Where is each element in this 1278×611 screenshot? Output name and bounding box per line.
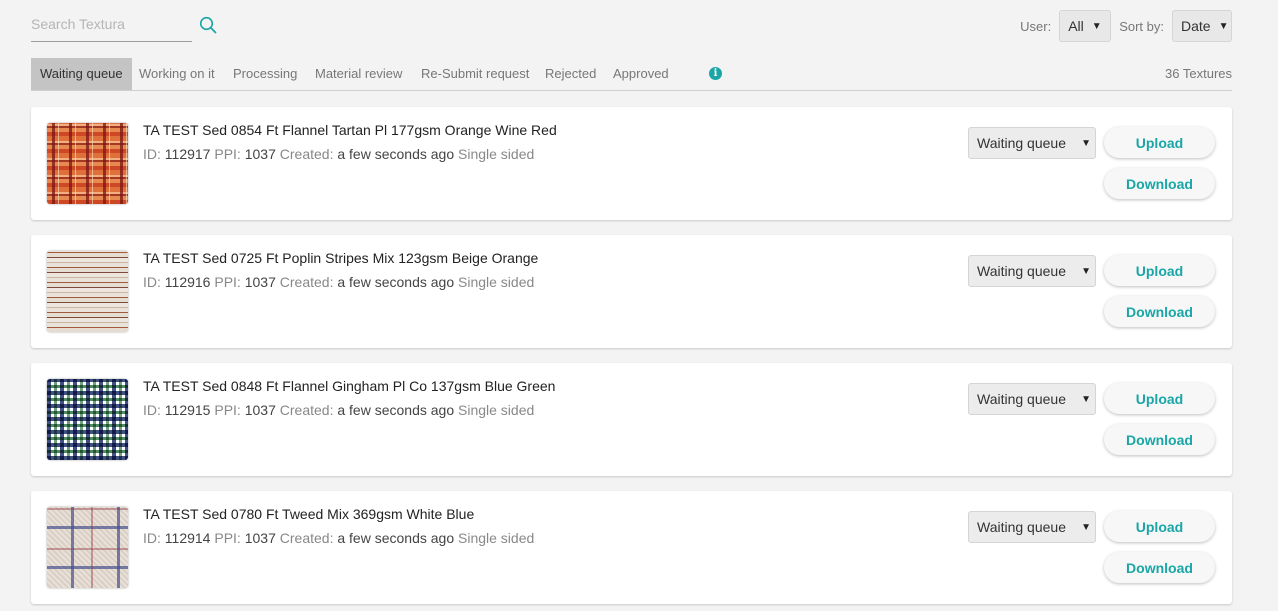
- download-button[interactable]: Download: [1104, 296, 1215, 327]
- texture-created: a few seconds ago: [337, 530, 455, 546]
- tab-processing[interactable]: Processing: [233, 58, 297, 90]
- texture-meta: ID: 112915 PPI: 1037 Created: a few seco…: [143, 402, 534, 418]
- texture-created: a few seconds ago: [337, 274, 455, 290]
- texture-meta: ID: 112917 PPI: 1037 Created: a few seco…: [143, 146, 534, 162]
- user-select[interactable]: All ▼: [1059, 10, 1112, 42]
- status-select-value: Waiting queue: [977, 391, 1066, 407]
- filters: User: All ▼ Sort by: Date ▼: [1020, 10, 1232, 42]
- download-button[interactable]: Download: [1104, 552, 1215, 583]
- tab-waiting-queue[interactable]: Waiting queue: [31, 58, 132, 90]
- tab-approved[interactable]: Approved: [613, 58, 669, 90]
- chevron-down-icon: ▼: [1091, 20, 1102, 32]
- top-bar: User: All ▼ Sort by: Date ▼: [31, 8, 1232, 44]
- status-select-value: Waiting queue: [977, 263, 1066, 279]
- sort-select-value: Date: [1181, 18, 1211, 34]
- texture-id: 112914: [164, 530, 211, 546]
- id-label: ID:: [143, 274, 161, 290]
- search-icon[interactable]: [199, 16, 217, 34]
- tab-working-on-it[interactable]: Working on it: [139, 58, 215, 90]
- search-field: [31, 8, 192, 42]
- texture-sided: Single sided: [458, 530, 535, 546]
- chevron-down-icon: ▼: [1081, 265, 1091, 277]
- tab-material-review[interactable]: Material review: [315, 58, 402, 90]
- chevron-down-icon: ▼: [1081, 137, 1091, 149]
- tab-rejected[interactable]: Rejected: [545, 58, 596, 90]
- texture-title[interactable]: TA TEST Sed 0854 Ft Flannel Tartan Pl 17…: [143, 122, 557, 138]
- upload-button[interactable]: Upload: [1104, 511, 1215, 542]
- download-button[interactable]: Download: [1104, 424, 1215, 455]
- texture-title[interactable]: TA TEST Sed 0848 Ft Flannel Gingham Pl C…: [143, 378, 555, 394]
- texture-card: TA TEST Sed 0780 Ft Tweed Mix 369gsm Whi…: [31, 491, 1232, 604]
- texture-meta: ID: 112916 PPI: 1037 Created: a few seco…: [143, 274, 534, 290]
- texture-thumbnail[interactable]: [47, 379, 128, 460]
- texture-card: TA TEST Sed 0848 Ft Flannel Gingham Pl C…: [31, 363, 1232, 476]
- texture-title[interactable]: TA TEST Sed 0780 Ft Tweed Mix 369gsm Whi…: [143, 506, 474, 522]
- tab-resubmit-request[interactable]: Re-Submit request: [421, 58, 529, 90]
- chevron-down-icon: ▼: [1081, 521, 1091, 533]
- id-label: ID:: [143, 402, 161, 418]
- ppi-label: PPI:: [214, 530, 241, 546]
- status-select[interactable]: Waiting queue ▼: [968, 511, 1096, 543]
- texture-card: TA TEST Sed 0854 Ft Flannel Tartan Pl 17…: [31, 107, 1232, 220]
- created-label: Created:: [279, 146, 334, 162]
- texture-title[interactable]: TA TEST Sed 0725 Ft Poplin Stripes Mix 1…: [143, 250, 538, 266]
- texture-sided: Single sided: [458, 146, 535, 162]
- texture-thumbnail[interactable]: [47, 507, 128, 588]
- texture-meta: ID: 112914 PPI: 1037 Created: a few seco…: [143, 530, 534, 546]
- status-select[interactable]: Waiting queue ▼: [968, 383, 1096, 415]
- status-select-value: Waiting queue: [977, 519, 1066, 535]
- user-select-value: All: [1068, 18, 1084, 34]
- texture-created: a few seconds ago: [337, 146, 455, 162]
- texture-thumbnail[interactable]: [47, 251, 128, 332]
- status-tabs: Waiting queue Working on it Processing M…: [31, 58, 1232, 91]
- texture-ppi: 1037: [244, 530, 276, 546]
- ppi-label: PPI:: [214, 402, 241, 418]
- texture-count: 36 Textures: [1165, 66, 1232, 81]
- upload-button[interactable]: Upload: [1104, 255, 1215, 286]
- created-label: Created:: [279, 402, 334, 418]
- status-select-value: Waiting queue: [977, 135, 1066, 151]
- texture-ppi: 1037: [244, 146, 276, 162]
- upload-button[interactable]: Upload: [1104, 127, 1215, 158]
- ppi-label: PPI:: [214, 146, 241, 162]
- texture-id: 112917: [164, 146, 211, 162]
- chevron-down-icon: ▼: [1218, 20, 1229, 32]
- id-label: ID:: [143, 146, 161, 162]
- texture-ppi: 1037: [244, 274, 276, 290]
- texture-card: TA TEST Sed 0725 Ft Poplin Stripes Mix 1…: [31, 235, 1232, 348]
- sort-select[interactable]: Date ▼: [1172, 10, 1232, 42]
- ppi-label: PPI:: [214, 274, 241, 290]
- texture-id: 112915: [164, 402, 211, 418]
- texture-ppi: 1037: [244, 402, 276, 418]
- id-label: ID:: [143, 530, 161, 546]
- status-select[interactable]: Waiting queue ▼: [968, 255, 1096, 287]
- texture-sided: Single sided: [458, 402, 535, 418]
- created-label: Created:: [279, 274, 334, 290]
- status-select[interactable]: Waiting queue ▼: [968, 127, 1096, 159]
- sort-by-label: Sort by:: [1119, 18, 1164, 34]
- info-icon[interactable]: i: [709, 67, 722, 80]
- search-input[interactable]: [31, 12, 189, 36]
- texture-created: a few seconds ago: [337, 402, 455, 418]
- download-button[interactable]: Download: [1104, 168, 1215, 199]
- upload-button[interactable]: Upload: [1104, 383, 1215, 414]
- chevron-down-icon: ▼: [1081, 393, 1091, 405]
- texture-sided: Single sided: [458, 274, 535, 290]
- created-label: Created:: [279, 530, 334, 546]
- user-filter-label: User:: [1020, 18, 1052, 34]
- texture-thumbnail[interactable]: [47, 123, 128, 204]
- texture-id: 112916: [164, 274, 211, 290]
